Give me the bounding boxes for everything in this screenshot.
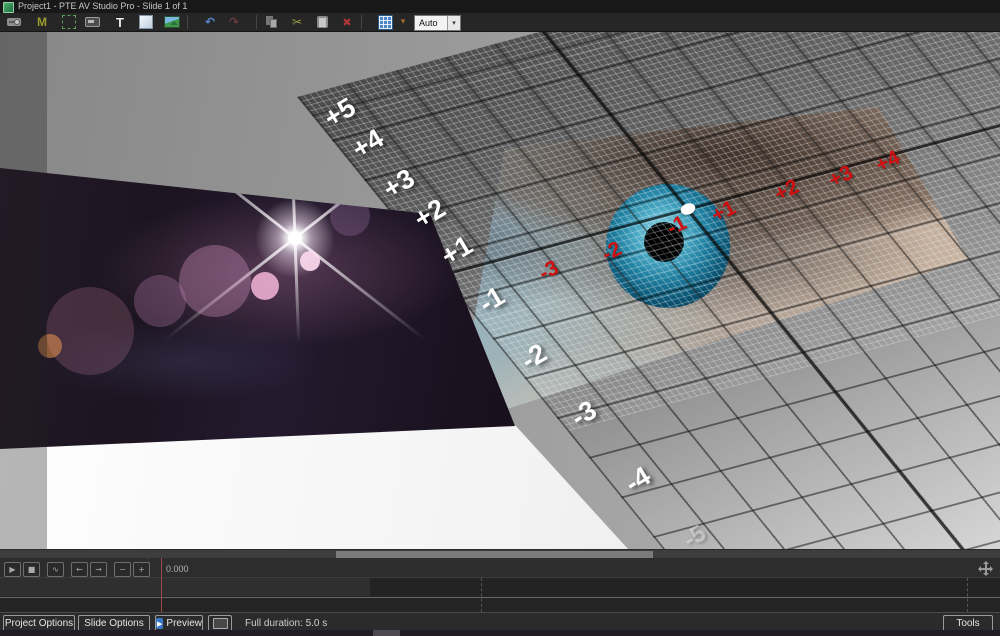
toolbar-separator xyxy=(187,15,188,29)
bokeh-circle xyxy=(251,272,279,300)
keyboard-button[interactable] xyxy=(81,13,103,31)
arrow-left-icon: ← xyxy=(76,566,83,574)
timeline-ruler[interactable]: 0.000 xyxy=(0,558,1000,578)
preview-play-icon: ▶ xyxy=(156,618,163,629)
kb-icon xyxy=(85,17,100,27)
zoom-in-button[interactable]: + xyxy=(133,562,150,577)
minus-icon: − xyxy=(119,566,126,574)
horizontal-scrollbar[interactable] xyxy=(0,549,1000,558)
scissors-icon: ✂ xyxy=(292,16,302,28)
full-duration-label: Full duration: 5.0 s xyxy=(245,618,327,629)
preview-label: Preview xyxy=(166,618,202,629)
zoom-select-dropdown[interactable]: ▾ xyxy=(447,16,460,30)
slide-options-label: Slide Options xyxy=(84,618,143,629)
m-icon: M xyxy=(37,15,47,29)
undo-button[interactable]: ↶ xyxy=(199,13,221,31)
zoom-select-value: Auto xyxy=(415,16,447,30)
horizontal-scrollbar-thumb[interactable] xyxy=(336,551,653,558)
toolbar-separator xyxy=(361,15,362,29)
footer-bar: Project Options Slide Options ▶ Preview … xyxy=(0,612,1000,630)
toolbar-separator xyxy=(256,15,257,29)
grid-settings-button[interactable] xyxy=(374,13,396,31)
bokeh-circle xyxy=(179,245,251,317)
timeline: 0.000 ▶ ■ ∿ ← → − + xyxy=(0,558,1000,612)
play-button[interactable]: ▶ xyxy=(4,562,21,577)
taskbar-edge-highlight xyxy=(373,630,400,636)
add-rectangle-button[interactable] xyxy=(135,13,157,31)
toolbar: M T ↶ ↷ ✂ ✖ ▾ Auto ▾ xyxy=(0,13,1000,32)
delete-x-icon: ✖ xyxy=(342,17,351,28)
stop-icon: ■ xyxy=(28,566,36,574)
copy-icon xyxy=(266,16,278,28)
main-menu-button[interactable]: M xyxy=(31,13,53,31)
bokeh-circle xyxy=(134,275,186,327)
track-header-area xyxy=(0,578,370,596)
stop-button[interactable]: ■ xyxy=(23,562,40,577)
cut-button[interactable]: ✂ xyxy=(286,13,308,31)
tools-label: Tools xyxy=(956,618,979,629)
grid-dropdown-button[interactable]: ▾ xyxy=(396,13,410,31)
grid-axis-vertical xyxy=(541,31,1000,549)
clipboard-icon xyxy=(317,16,328,28)
slide-canvas[interactable]: +5+4+3+2+1-1-2-3-4-3-2-1+1+2+3+4-5 xyxy=(0,31,1000,549)
grid-axis-horizontal xyxy=(440,31,1000,276)
play-icon: ▶ xyxy=(9,566,15,574)
selection-rect-icon xyxy=(62,15,76,29)
waveform-toggle-button[interactable]: ∿ xyxy=(47,562,64,577)
slide-boundary-marker xyxy=(481,578,482,612)
canvas-left-margin-shade xyxy=(0,32,47,549)
bokeh-circle xyxy=(300,251,320,271)
chevron-down-icon: ▾ xyxy=(401,18,406,27)
redo-icon: ↷ xyxy=(229,16,239,28)
delete-button[interactable]: ✖ xyxy=(336,13,358,31)
add-image-button[interactable] xyxy=(161,13,183,31)
copy-button[interactable] xyxy=(261,13,283,31)
text-icon: T xyxy=(116,15,124,30)
flare-core xyxy=(288,231,302,245)
video-projector-button[interactable] xyxy=(3,13,25,31)
slide-boundary-marker xyxy=(967,578,968,612)
step-back-button[interactable]: ← xyxy=(71,562,88,577)
waveform-icon: ∿ xyxy=(52,566,59,574)
bokeh-circle xyxy=(330,196,370,236)
track-lower-area xyxy=(0,598,1000,612)
project-options-label: Project Options xyxy=(5,618,73,629)
bokeh-circle xyxy=(46,287,134,375)
pan-icon[interactable] xyxy=(977,560,994,577)
title-bar: Project1 - PTE AV Studio Pro - Slide 1 o… xyxy=(0,0,1000,13)
playhead[interactable] xyxy=(161,558,162,612)
app-icon xyxy=(3,2,14,13)
paste-button[interactable] xyxy=(311,13,333,31)
time-label: 0.000 xyxy=(166,564,189,574)
zoom-out-button[interactable]: − xyxy=(114,562,131,577)
selection-tool-button[interactable] xyxy=(58,13,80,31)
plus-icon: + xyxy=(138,566,145,574)
window-title: Project1 - PTE AV Studio Pro - Slide 1 o… xyxy=(18,1,187,11)
monitor-icon xyxy=(213,618,228,629)
grid-icon xyxy=(378,15,393,30)
add-text-button[interactable]: T xyxy=(109,13,131,31)
arrow-right-icon: → xyxy=(95,566,102,574)
projector-icon xyxy=(7,18,21,26)
redo-button[interactable]: ↷ xyxy=(223,13,245,31)
step-forward-button[interactable]: → xyxy=(90,562,107,577)
image-icon xyxy=(164,16,180,28)
zoom-select[interactable]: Auto ▾ xyxy=(414,15,461,31)
undo-icon: ↶ xyxy=(205,16,215,28)
rectangle-icon xyxy=(139,15,153,29)
taskbar-edge xyxy=(0,630,1000,636)
